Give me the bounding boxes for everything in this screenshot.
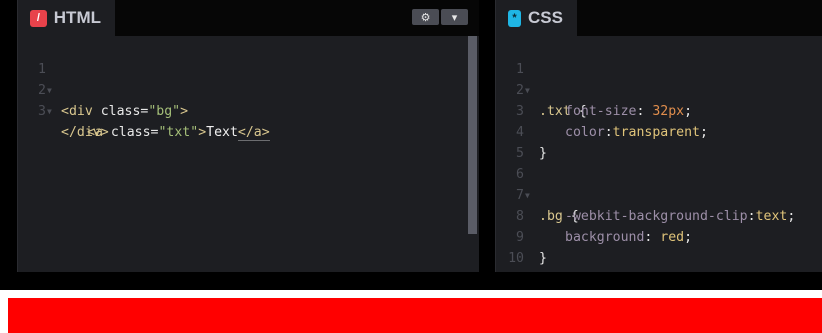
tab-css[interactable]: * CSS bbox=[496, 0, 577, 36]
gear-icon: ⚙ bbox=[420, 11, 431, 24]
code-line: 8 background: red; bbox=[496, 185, 822, 245]
code-line: 1 ▼ <div class="bg"> bbox=[18, 38, 479, 119]
code-token: "txt" bbox=[158, 125, 199, 140]
code-token: class bbox=[110, 125, 151, 140]
css-editor-panel: * CSS 1 ▼ .txt { 2 font-size: 32px; 3 co… bbox=[495, 0, 822, 272]
code-token: </a> bbox=[237, 125, 270, 141]
code-token: <div bbox=[61, 104, 101, 119]
html-panel-header: / HTML ⚙ ▾ bbox=[18, 0, 479, 36]
code-line: 2 font-size: 32px; bbox=[496, 59, 822, 119]
tab-html[interactable]: / HTML bbox=[18, 0, 115, 36]
html-logo-icon: / bbox=[30, 9, 47, 27]
code-line: 3 color:transparent; bbox=[496, 80, 822, 140]
code-token: > bbox=[198, 125, 207, 140]
code-token: class bbox=[100, 104, 141, 119]
code-token: </div> bbox=[61, 125, 109, 140]
line-number: 3 bbox=[38, 104, 46, 119]
css-panel-header: * CSS bbox=[496, 0, 822, 36]
html-code-editor[interactable]: 1 ▼ <div class="bg"> 2 ▼ <a class="txt">… bbox=[18, 38, 479, 141]
collapse-button[interactable]: ▾ bbox=[441, 9, 468, 25]
result-bg-element bbox=[8, 298, 822, 333]
tab-css-label: CSS bbox=[528, 8, 563, 27]
code-line: 7 -webkit-background-clip:text; bbox=[496, 164, 822, 224]
result-preview bbox=[0, 290, 822, 333]
css-code-editor[interactable]: 1 ▼ .txt { 2 font-size: 32px; 3 color:tr… bbox=[496, 38, 822, 266]
chevron-down-icon: ▾ bbox=[451, 11, 458, 24]
css-logo-icon: * bbox=[508, 9, 522, 27]
code-token: "bg" bbox=[148, 104, 181, 119]
vertical-scrollbar[interactable] bbox=[468, 36, 477, 234]
code-text: </div> bbox=[61, 122, 109, 143]
code-text: <div class="bg"> bbox=[61, 101, 188, 122]
code-token: > bbox=[180, 104, 189, 119]
code-line: 10 bbox=[496, 227, 822, 266]
code-line: 1 ▼ .txt { bbox=[496, 38, 822, 119]
code-line: 9 } bbox=[496, 206, 822, 266]
settings-button[interactable]: ⚙ bbox=[412, 9, 439, 25]
code-text: <a class="txt">Text</a> bbox=[87, 122, 270, 143]
code-line: 6 ▼ .bg { bbox=[496, 143, 822, 224]
tab-html-label: HTML bbox=[53, 8, 101, 27]
code-line: 4 } bbox=[496, 101, 822, 161]
line-number: 10 bbox=[508, 251, 524, 266]
code-line: 2 ▼ <a class="txt">Text</a> bbox=[18, 59, 479, 141]
code-line: 5 bbox=[496, 122, 822, 161]
html-editor-panel: / HTML ⚙ ▾ 1 ▼ <div class="bg"> 2 ▼ <a c… bbox=[17, 0, 479, 272]
code-line: 3 </div> bbox=[18, 80, 479, 140]
code-token: Text bbox=[206, 125, 238, 140]
